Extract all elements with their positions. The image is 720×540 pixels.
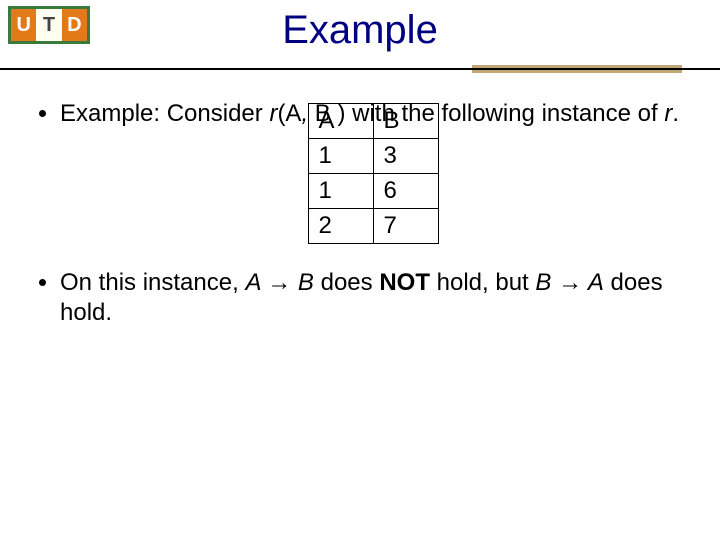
b2-A2: A	[582, 269, 604, 296]
slide-body: Example: Consider r(A, B ) with the foll…	[0, 73, 720, 328]
table-cell: 7	[373, 209, 438, 244]
table-cell: 1	[308, 139, 373, 174]
table-row: 1 3	[308, 139, 438, 174]
b2-A: A	[245, 269, 267, 296]
logo-letter-t: T	[36, 9, 61, 41]
b1-period: .	[672, 100, 679, 127]
table-header-a: A	[308, 104, 373, 139]
table-cell: 6	[373, 174, 438, 209]
arrow-icon: →	[267, 269, 291, 296]
b2-pre: On this instance,	[60, 269, 245, 296]
table-cell: 2	[308, 209, 373, 244]
table-cell: 1	[308, 174, 373, 209]
b1-text-pre: Example: Consider	[60, 100, 269, 127]
table-cell: 3	[373, 139, 438, 174]
table-header-b: B	[373, 104, 438, 139]
b2-not: NOT	[379, 269, 430, 296]
b2-hold: hold, but	[430, 269, 535, 296]
rule-line	[0, 68, 720, 70]
table-row: A B	[308, 104, 438, 139]
title-rule	[0, 65, 720, 73]
b2-B: B	[291, 269, 314, 296]
bullet-1: Example: Consider r(A, B ) with the foll…	[60, 99, 686, 244]
b2-B2: B	[535, 269, 558, 296]
b1-paren-open: (A	[277, 100, 301, 127]
slide-title: Example	[0, 0, 720, 53]
b2-mid: does	[314, 269, 379, 296]
table-row: 1 6	[308, 174, 438, 209]
utd-logo: U T D	[8, 6, 90, 44]
relation-table: A B 1 3 1 6 2 7	[308, 103, 439, 244]
logo-letter-d: D	[62, 9, 87, 41]
bullet-2: On this instance, A → B does NOT hold, b…	[60, 268, 686, 328]
arrow-icon: →	[558, 269, 582, 296]
logo-letter-u: U	[11, 9, 36, 41]
table-row: 2 7	[308, 209, 438, 244]
